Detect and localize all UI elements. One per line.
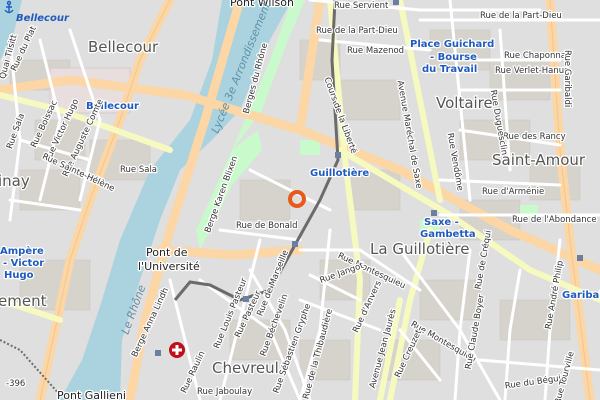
- district-label-chevreul: Chevreul: [212, 359, 279, 377]
- station-label-garibaldi[interactable]: Garibaldi: [561, 289, 600, 303]
- district-label-bellecour: Bellecour: [88, 38, 159, 56]
- bridge-label-pont-universite-2: l'Université: [138, 260, 200, 273]
- station-label-saxe-2[interactable]: Gambetta: [419, 228, 477, 242]
- station-label-place-guichard-1[interactable]: Place Guichard: [409, 38, 496, 52]
- district-label-ement: ement: [0, 292, 47, 310]
- station-label-guillotiere[interactable]: Guillotière: [309, 166, 371, 181]
- street-label-rue-des-rancy: Rue des Rancy: [503, 132, 566, 142]
- street-label-rue-mazenod: Rue Mazenod: [347, 46, 404, 56]
- station-label-ampere-2[interactable]: - Victor: [2, 257, 46, 271]
- district-label-voltaire: Voltaire: [436, 94, 493, 112]
- street-label-rue-abondance: Rue de l'Abondance: [512, 215, 597, 225]
- bridge-label-pont-gallieni: Pont Gallieni: [57, 389, 126, 400]
- station-label-saxe-1[interactable]: Saxe -: [423, 216, 460, 230]
- street-label-rue-verlet-hanus: Rue Verlet-Hanus: [495, 66, 569, 76]
- district-label-la-guillotiere: La Guillotière: [370, 240, 469, 258]
- street-label-rue-part-dieu-1: Rue de la Part-Dieu: [316, 26, 398, 36]
- station-label-bellecour-italic[interactable]: Bellecour: [16, 13, 70, 24]
- station-label-ampere-1[interactable]: Ampère: [0, 244, 45, 259]
- station-label-ampere-3[interactable]: Hugo: [3, 269, 35, 283]
- street-label-rue-chaponnay: Rue Chaponnay: [504, 51, 571, 61]
- map-canvas[interactable]: Bellecour Voltaire Saint-Amour La Guillo…: [0, 0, 600, 400]
- street-label-rue-armenie: Rue d'Arménie: [482, 186, 544, 197]
- street-label-rue-sala: Rue Sala: [120, 165, 157, 175]
- street-label-rue-garibaldi: Rue Garibaldi: [562, 50, 572, 107]
- street-label-rue-part-dieu-2: Rue de la Part-Dieu: [480, 11, 562, 21]
- station-label-place-guichard-3[interactable]: du Travail: [421, 63, 479, 77]
- district-label-ainay: inay: [0, 172, 30, 190]
- station-label-place-guichard-2[interactable]: - Bourse: [429, 51, 479, 65]
- road-label-n396: -396: [6, 379, 25, 389]
- hospital-cross-icon[interactable]: [169, 342, 185, 358]
- street-label-rue-jaboulay: Rue Jaboulay: [197, 387, 252, 397]
- bridge-label-pont-universite-1: Pont de: [146, 246, 188, 259]
- street-label-rue-bonald: Rue de Bonald: [236, 221, 298, 231]
- street-label-rue-servient: Rue Servient: [334, 1, 389, 11]
